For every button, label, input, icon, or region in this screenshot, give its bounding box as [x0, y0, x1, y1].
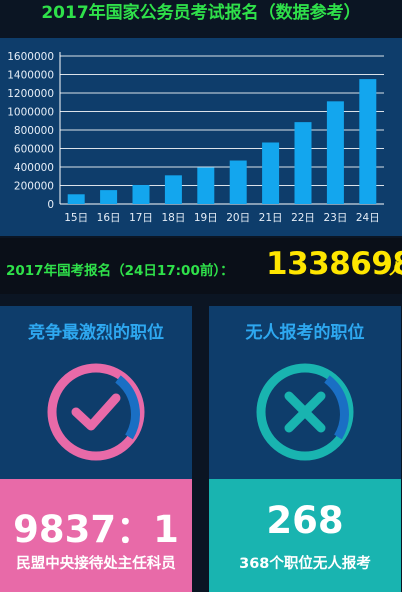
bar	[100, 190, 118, 204]
bar	[197, 167, 215, 204]
unfilled-heading: 无人报考的职位	[245, 323, 365, 343]
bar	[326, 101, 344, 204]
bar	[229, 160, 247, 204]
y-tick-label: 1400000	[7, 70, 54, 82]
registration-unit: 人	[389, 260, 402, 278]
y-tick-label: 1200000	[7, 88, 54, 100]
y-tick-label: 400000	[14, 162, 54, 174]
competitive-position-name: 民盟中央接待处主任科员	[16, 556, 176, 572]
y-tick-label: 1600000	[7, 51, 54, 63]
x-tick-label: 20日	[226, 212, 250, 224]
bar-chart-svg: 0 200000 400000 600000 800000 1000000 1200000 1…	[7, 51, 384, 224]
x-tick-label: 24日	[356, 212, 380, 224]
bar	[262, 142, 280, 204]
y-tick-label: 0	[47, 199, 54, 211]
registration-count: 1338698	[266, 246, 402, 282]
y-tick-label: 200000	[14, 181, 54, 193]
unfilled-positions-card: 无人报考的职位 268 368个职位无人报考	[209, 306, 401, 592]
bar	[359, 79, 377, 204]
bar	[132, 185, 150, 204]
x-tick-label: 16日	[97, 212, 121, 224]
most-competitive-heading: 竞争最激烈的职位	[28, 323, 164, 343]
x-tick-label: 22日	[291, 212, 315, 224]
bar	[294, 122, 312, 204]
x-tick-label: 18日	[161, 212, 185, 224]
most-competitive-card: 竞争最激烈的职位 9837：1 民盟中央接待处主任科员	[0, 306, 192, 592]
y-tick-label: 1000000	[7, 107, 54, 119]
x-icon	[256, 363, 354, 461]
unfilled-count: 268	[266, 499, 344, 542]
unfilled-description: 368个职位无人报考	[239, 556, 371, 572]
registration-summary: 2017年国考报名（24日17:00前）： 1338698 人	[0, 238, 402, 294]
unfilled-footer: 268 368个职位无人报考	[209, 479, 401, 592]
x-tick-label: 17日	[129, 212, 153, 224]
check-icon	[47, 363, 145, 461]
x-tick-label: 21日	[259, 212, 283, 224]
registration-label: 2017年国考报名（24日17:00前）：	[6, 263, 234, 279]
page-title: 2017年国家公务员考试报名（数据参考）	[41, 3, 361, 23]
x-tick-label: 23日	[323, 212, 347, 224]
registration-bar-chart: 0 200000 400000 600000 800000 1000000 1200000 1…	[0, 38, 402, 236]
bar	[164, 175, 182, 204]
y-tick-label: 800000	[14, 125, 54, 137]
y-tick-label: 600000	[14, 144, 54, 156]
competition-ratio: 9837：1	[13, 508, 179, 551]
bar	[67, 194, 85, 204]
x-tick-label: 19日	[194, 212, 218, 224]
most-competitive-footer: 9837：1 民盟中央接待处主任科员	[0, 479, 192, 592]
x-tick-label: 15日	[64, 212, 88, 224]
